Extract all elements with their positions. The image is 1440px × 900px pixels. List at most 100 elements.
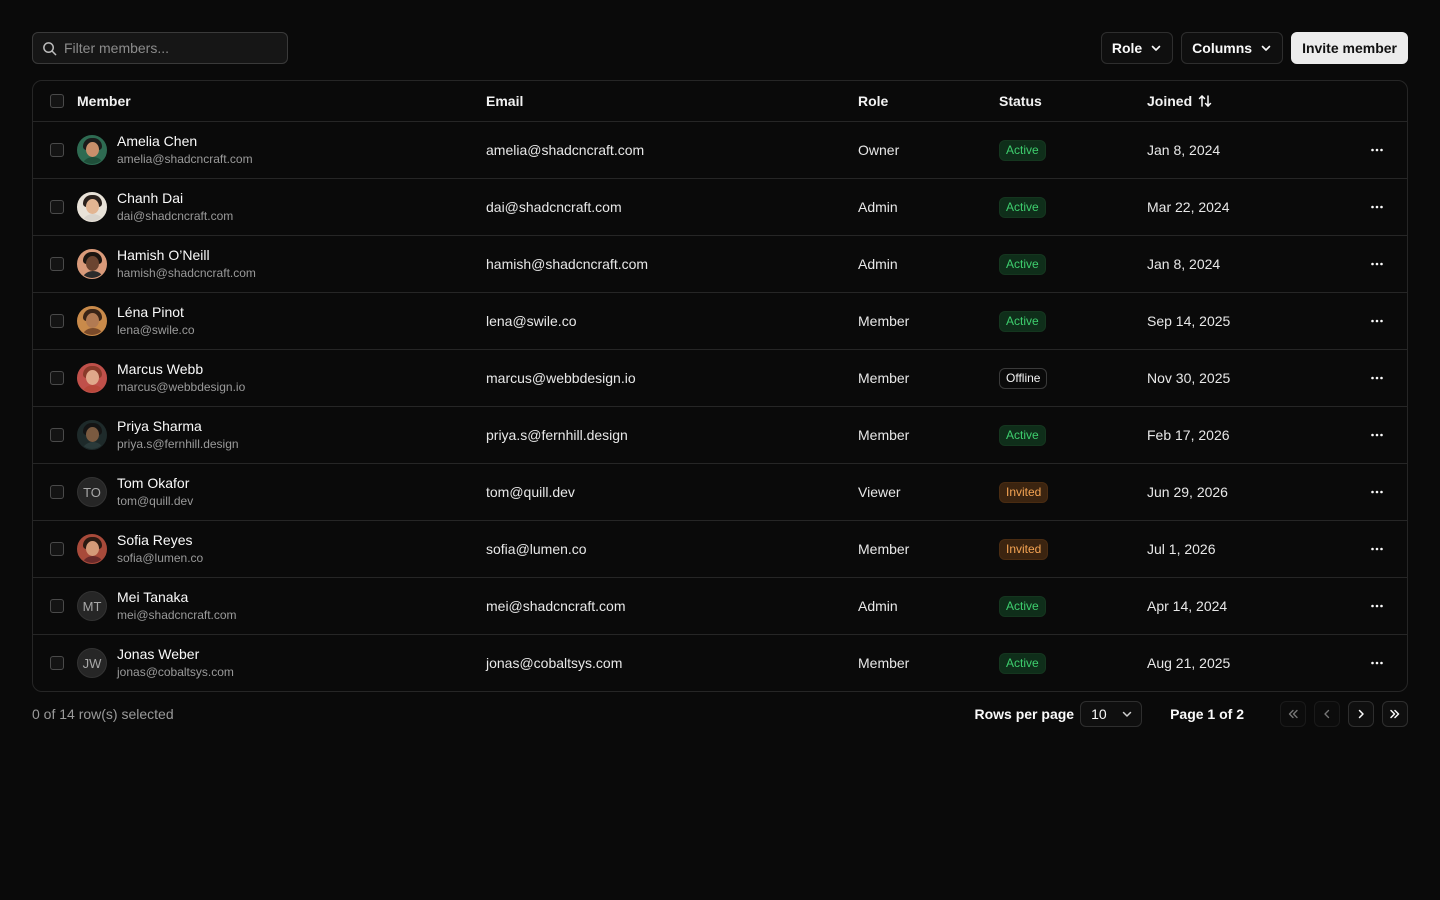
member-name: Hamish O’Neill bbox=[117, 247, 210, 263]
avatar: JW bbox=[77, 648, 107, 678]
status-cell: Active bbox=[999, 293, 1046, 349]
member-cell: Amelia Chen amelia@shadcncraft.com bbox=[77, 122, 253, 178]
member-cell: Sofia Reyes sofia@lumen.co bbox=[77, 521, 203, 577]
chevron-down-icon bbox=[1151, 45, 1161, 51]
row-actions-button[interactable] bbox=[1363, 122, 1391, 178]
filter-search-box[interactable] bbox=[32, 32, 288, 64]
row-checkbox[interactable] bbox=[50, 656, 64, 670]
status-badge: Active bbox=[999, 310, 1046, 332]
avatar: MT bbox=[77, 591, 107, 621]
chevron-down-icon bbox=[1122, 711, 1132, 717]
chevrons-right-icon bbox=[1390, 709, 1400, 719]
columns-button[interactable]: Columns bbox=[1181, 32, 1284, 64]
next-page-button[interactable] bbox=[1348, 701, 1374, 727]
joined-cell: Aug 21, 2025 bbox=[1147, 655, 1231, 671]
member-name: Tom Okafor bbox=[117, 475, 190, 491]
sort-icon[interactable] bbox=[1198, 94, 1212, 108]
table-row[interactable]: TO Tom Okafor tom@quill.dev tom@quill.dev Vi… bbox=[33, 463, 1407, 520]
member-name: Sofia Reyes bbox=[117, 532, 193, 548]
member-name: Chanh Dai bbox=[117, 190, 184, 206]
table-row[interactable]: MT Mei Tanaka mei@shadcncraft.com mei@shadc… bbox=[33, 577, 1407, 634]
email-cell: sofia@lumen.co bbox=[486, 541, 587, 557]
more-horizontal-icon bbox=[1371, 262, 1383, 266]
table-row[interactable]: Chanh Dai dai@shadcncraft.com dai@shadcncr… bbox=[33, 178, 1407, 235]
member-sub-email: mei@shadcncraft.com bbox=[117, 608, 237, 622]
avatar bbox=[77, 420, 107, 450]
email-cell: amelia@shadcncraft.com bbox=[486, 142, 645, 158]
email-cell: jonas@cobaltsys.com bbox=[486, 655, 623, 671]
email-cell: tom@quill.dev bbox=[486, 484, 575, 500]
role-cell: Viewer bbox=[858, 484, 901, 500]
filter-members-input[interactable] bbox=[64, 40, 264, 56]
table-row[interactable]: JW Jonas Weber jonas@cobaltsys.com jonas@co… bbox=[33, 634, 1407, 691]
row-checkbox[interactable] bbox=[50, 257, 64, 271]
members-table: Member Email Role Status Joined Amelia C… bbox=[32, 80, 1408, 692]
table-row[interactable]: Sofia Reyes sofia@lumen.co sofia@lumen.co M… bbox=[33, 520, 1407, 577]
select-all-checkbox[interactable] bbox=[50, 94, 64, 108]
avatar bbox=[77, 534, 107, 564]
row-actions-button[interactable] bbox=[1363, 179, 1391, 235]
row-select-cell bbox=[50, 578, 64, 634]
role-cell: Member bbox=[858, 313, 910, 329]
row-select-cell bbox=[50, 407, 64, 463]
row-checkbox[interactable] bbox=[50, 428, 64, 442]
joined-cell: Apr 14, 2024 bbox=[1147, 598, 1228, 614]
column-header-joined[interactable]: Joined bbox=[1147, 81, 1212, 121]
member-cell: Hamish O’Neill hamish@shadcncraft.com bbox=[77, 236, 256, 292]
table-row[interactable]: Léna Pinot lena@swile.co lena@swile.co Memb… bbox=[33, 292, 1407, 349]
row-select-cell bbox=[50, 635, 64, 691]
chevron-down-icon bbox=[1261, 45, 1271, 51]
status-badge: Active bbox=[999, 595, 1046, 617]
avatar bbox=[77, 192, 107, 222]
previous-page-button[interactable] bbox=[1314, 701, 1340, 727]
row-actions-button[interactable] bbox=[1363, 293, 1391, 349]
role-cell: Owner bbox=[858, 142, 900, 158]
row-checkbox[interactable] bbox=[50, 143, 64, 157]
chevron-right-icon bbox=[1358, 709, 1364, 719]
row-actions-button[interactable] bbox=[1363, 407, 1391, 463]
status-cell: Active bbox=[999, 578, 1046, 634]
row-checkbox[interactable] bbox=[50, 599, 64, 613]
table-footer: 0 of 14 row(s) selected Rows per page 10… bbox=[32, 700, 1408, 728]
member-name: Marcus Webb bbox=[117, 361, 204, 377]
table-row[interactable]: Priya Sharma priya.s@fernhill.design priya… bbox=[33, 406, 1407, 463]
email-cell: priya.s@fernhill.design bbox=[486, 427, 628, 443]
row-actions-button[interactable] bbox=[1363, 578, 1391, 634]
member-name: Priya Sharma bbox=[117, 418, 202, 434]
toolbar-actions: Role Columns Invite member bbox=[1100, 32, 1408, 64]
rows-per-page-select[interactable]: 10 bbox=[1080, 701, 1143, 727]
role-filter-button[interactable]: Role bbox=[1100, 32, 1174, 64]
row-actions-button[interactable] bbox=[1363, 350, 1391, 406]
avatar: TO bbox=[77, 477, 107, 507]
member-sub-email: marcus@webbdesign.io bbox=[117, 380, 246, 394]
row-checkbox[interactable] bbox=[50, 314, 64, 328]
avatar-initials: TO bbox=[83, 484, 101, 500]
avatar-initials: MT bbox=[82, 598, 102, 614]
role-cell: Admin bbox=[858, 256, 898, 272]
status-badge: Active bbox=[999, 196, 1046, 218]
row-checkbox[interactable] bbox=[50, 542, 64, 556]
pagination: Rows per page 10 Page 1 of 2 bbox=[974, 700, 1408, 728]
table-row[interactable]: Amelia Chen amelia@shadcncraft.com amelia@… bbox=[33, 121, 1407, 178]
first-page-button[interactable] bbox=[1280, 701, 1306, 727]
row-checkbox[interactable] bbox=[50, 200, 64, 214]
email-cell: hamish@shadcncraft.com bbox=[486, 256, 649, 272]
row-actions-button[interactable] bbox=[1363, 635, 1391, 691]
row-select-cell bbox=[50, 179, 64, 235]
status-cell: Invited bbox=[999, 521, 1049, 577]
row-actions-button[interactable] bbox=[1363, 521, 1391, 577]
role-cell: Member bbox=[858, 655, 910, 671]
invite-member-button[interactable]: Invite member bbox=[1291, 32, 1408, 64]
row-select-cell bbox=[50, 236, 64, 292]
table-row[interactable]: Hamish O’Neill hamish@shadcncraft.com hami… bbox=[33, 235, 1407, 292]
row-actions-button[interactable] bbox=[1363, 236, 1391, 292]
row-actions-button[interactable] bbox=[1363, 464, 1391, 520]
last-page-button[interactable] bbox=[1382, 701, 1408, 727]
table-row[interactable]: Marcus Webb marcus@webbdesign.io marcus@we… bbox=[33, 349, 1407, 406]
member-cell: Léna Pinot lena@swile.co bbox=[77, 293, 195, 349]
select-all-cell bbox=[50, 81, 64, 121]
row-checkbox[interactable] bbox=[50, 371, 64, 385]
row-checkbox[interactable] bbox=[50, 485, 64, 499]
column-header-member: Member bbox=[77, 93, 131, 109]
status-cell: Active bbox=[999, 236, 1046, 292]
